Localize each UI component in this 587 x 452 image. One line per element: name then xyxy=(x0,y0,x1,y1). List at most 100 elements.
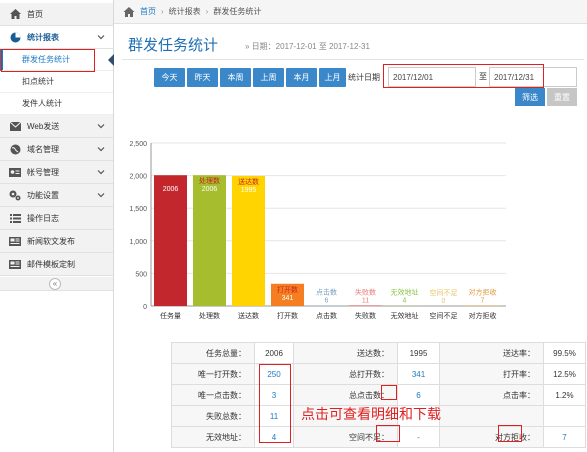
breadcrumb: 首页 › 统计报表 › 群发任务统计 xyxy=(114,0,587,24)
stat-label: 点击率： xyxy=(439,384,544,406)
bar-category-label: 无效地址 xyxy=(391,288,419,297)
data-label: 0 xyxy=(442,298,446,305)
bar-category-label: 处理数 xyxy=(199,176,220,185)
sidebar-item-log[interactable]: 操作日志 xyxy=(0,207,113,230)
sidebar-item-report[interactable]: 统计报表 xyxy=(0,26,113,49)
stat-value: 1995 xyxy=(397,342,440,364)
y-tick-label: 500 xyxy=(135,271,147,278)
data-label: 11 xyxy=(362,297,369,304)
last-month-button[interactable]: 上月 xyxy=(319,68,346,87)
stat-value[interactable]: - xyxy=(397,426,440,448)
x-tick-label: 失败数 xyxy=(355,311,376,320)
stat-label: 任务总量： xyxy=(171,342,255,364)
x-tick-label: 打开数 xyxy=(277,311,298,320)
chevron-down-icon xyxy=(97,124,105,129)
sidebar-item-account[interactable]: 帐号管理 xyxy=(0,161,113,184)
bar-category-label: 打开数 xyxy=(277,285,298,294)
data-label: 1995 xyxy=(241,187,257,194)
bar xyxy=(349,305,382,306)
reset-button[interactable]: 重置 xyxy=(547,88,577,106)
stat-value: 2006 xyxy=(254,342,294,364)
bar xyxy=(232,175,265,306)
sidebar-item-web-send[interactable]: Web发送 xyxy=(0,115,113,138)
data-label: 2006 xyxy=(163,186,179,193)
x-tick-label: 空间不足 xyxy=(430,311,458,320)
bar-category-label: 对方拒收 xyxy=(469,288,497,297)
collapse-sidebar-button[interactable]: « xyxy=(49,278,61,290)
highlight-box xyxy=(383,64,544,88)
chevron-down-icon xyxy=(97,193,105,198)
stat-label: 总打开数： xyxy=(293,363,398,385)
sidebar-item-label: 首页 xyxy=(27,9,43,19)
table-row: 唯一打开数： 250 总打开数： 341 打开率： 12.5% xyxy=(171,363,586,385)
bar-category-label: 空间不足 xyxy=(430,288,458,297)
id-card-icon xyxy=(9,166,21,178)
bar-category-label: 点击数 xyxy=(316,288,337,297)
yesterday-button[interactable]: 昨天 xyxy=(187,68,218,87)
breadcrumb-separator: › xyxy=(161,7,164,16)
highlight-box xyxy=(376,425,400,442)
list-icon xyxy=(9,212,21,224)
sidebar-item-home[interactable]: 首页 xyxy=(0,3,113,26)
bar xyxy=(193,175,226,306)
gears-icon xyxy=(9,189,21,201)
stat-value xyxy=(543,405,586,427)
sidebar-item-templates[interactable]: 邮件模板定制 xyxy=(0,253,113,276)
this-month-button[interactable]: 本月 xyxy=(286,68,317,87)
bar xyxy=(154,175,187,306)
sidebar-item-news[interactable]: 新闻软文发布 xyxy=(0,230,113,253)
breadcrumb-current: 群发任务统计 xyxy=(213,7,262,16)
data-label: 6 xyxy=(325,298,329,305)
sidebar-sub-sender-stats[interactable]: 发件人统计 xyxy=(0,93,113,115)
sidebar-item-domain[interactable]: 域名管理 xyxy=(0,138,113,161)
data-label: 7 xyxy=(481,298,485,305)
today-button[interactable]: 今天 xyxy=(154,68,185,87)
stat-label xyxy=(439,405,544,427)
x-tick-label: 处理数 xyxy=(199,311,220,320)
x-tick-label: 对方拒收 xyxy=(469,311,497,320)
home-icon xyxy=(9,8,21,20)
envelope-icon xyxy=(9,120,21,132)
y-tick-label: 2,500 xyxy=(129,141,147,148)
stat-value[interactable]: 341 xyxy=(397,363,440,385)
highlight-box xyxy=(259,364,291,443)
highlight-box xyxy=(1,49,95,72)
pie-chart-icon xyxy=(9,31,21,43)
breadcrumb-report[interactable]: 统计报表 xyxy=(169,6,201,17)
bar-category-label: 任务量 xyxy=(160,176,181,185)
date-label: 统计日期 xyxy=(348,73,380,82)
newspaper-icon xyxy=(9,235,21,247)
sidebar-item-settings[interactable]: 功能设置 xyxy=(0,184,113,207)
data-label: 2006 xyxy=(202,186,218,193)
stat-label: 无效地址： xyxy=(171,426,255,448)
sidebar-sub-points-stats[interactable]: 扣点统计 xyxy=(0,71,113,93)
table-row: 唯一点击数： 3 总点击数： 6 点击率： 1.2% xyxy=(171,384,586,406)
table-row: 任务总量： 2006 送达数： 1995 送达率： 99.5% xyxy=(171,342,586,364)
y-tick-label: 1,500 xyxy=(129,206,147,213)
breadcrumb-home[interactable]: 首页 xyxy=(140,6,156,17)
chevron-down-icon xyxy=(97,170,105,175)
this-week-button[interactable]: 本周 xyxy=(220,68,251,87)
highlight-box xyxy=(498,425,522,442)
data-label: 4 xyxy=(403,298,407,305)
last-week-button[interactable]: 上周 xyxy=(253,68,284,87)
bar-category-label: 失败数 xyxy=(355,287,376,296)
page-title: 群发任务统计 xyxy=(128,37,219,54)
x-tick-label: 点击数 xyxy=(316,311,337,320)
stat-value[interactable]: 7 xyxy=(543,426,586,448)
stat-label: 失败总数： xyxy=(171,405,255,427)
chevron-down-icon xyxy=(97,35,105,40)
newspaper-icon xyxy=(9,258,21,270)
stat-label: 打开率： xyxy=(439,363,544,385)
annotation-text: 点击可查看明细和下载 xyxy=(301,407,441,423)
collapse-bar: « xyxy=(0,277,113,291)
stat-value[interactable]: 6 xyxy=(397,384,440,406)
filter-button[interactable]: 筛选 xyxy=(515,88,545,106)
stat-value: 99.5% xyxy=(543,342,586,364)
sidebar-item-label: 统计报表 xyxy=(27,32,59,42)
stat-value: 12.5% xyxy=(543,363,586,385)
x-tick-label: 无效地址 xyxy=(391,311,419,320)
highlight-box xyxy=(381,385,397,400)
stat-value: 1.2% xyxy=(543,384,586,406)
home-icon xyxy=(123,6,135,17)
